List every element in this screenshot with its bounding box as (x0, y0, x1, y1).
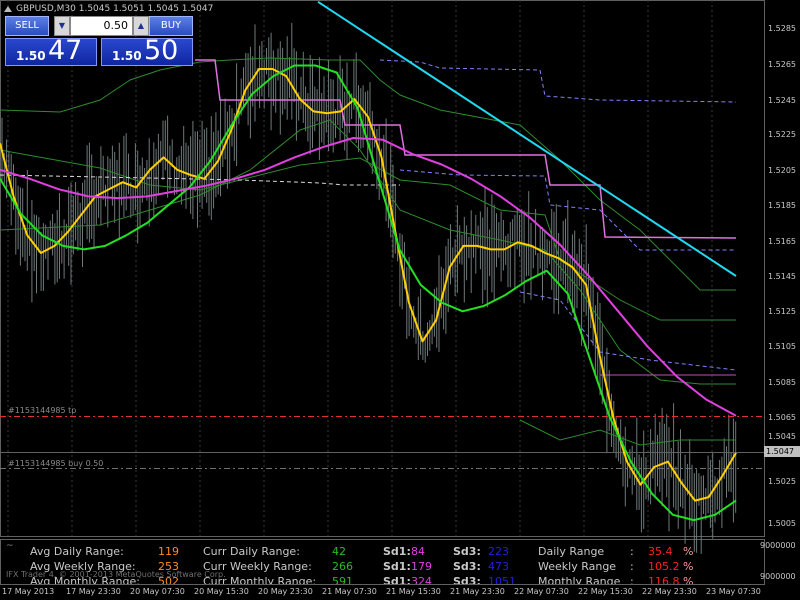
sd1-label: Sd1: (383, 545, 411, 558)
avg-daily-range-value: 119 (158, 545, 179, 558)
symbol-menu-icon[interactable] (4, 6, 12, 12)
daily-range-percent: 35.4 (648, 545, 673, 558)
chart-frame (0, 0, 765, 537)
time-label: 20 May 23:30 (258, 587, 313, 596)
price-tick: 1.5185 (768, 201, 796, 210)
monthly-range-percent: 116.8 (648, 575, 680, 584)
current-price-label: 1.5047 (764, 446, 800, 457)
sd3-label: Sd3: (453, 545, 481, 558)
curr-daily-range-label: Curr Daily Range: (203, 545, 300, 558)
price-tick: 1.5045 (768, 432, 796, 441)
avg-daily-range-label: Avg Daily Range: (30, 545, 124, 558)
time-label: 21 May 15:30 (386, 587, 441, 596)
copyright-watermark: IFX Trader 4, © 2001-2013 MetaQuotes Sof… (6, 570, 226, 579)
sd3-label: Sd3: (453, 575, 481, 584)
monthly-range-label: Monthly Range (538, 575, 621, 584)
sd3-daily-value: 223 (488, 545, 509, 558)
time-label: 22 May 23:30 (642, 587, 697, 596)
time-label: 21 May 23:30 (450, 587, 505, 596)
price-bars (1, 22, 737, 554)
ask-price-pips: 50 (144, 35, 179, 66)
price-tick: 1.5285 (768, 24, 796, 33)
price-tick: 1.5065 (768, 413, 796, 422)
daily-range-pct-sign: % (683, 545, 694, 558)
indicator-collapse-icon[interactable]: ~ (6, 541, 14, 551)
lot-size-input[interactable]: 0.50 (70, 16, 133, 36)
range-band-line (519, 419, 736, 446)
sd1-label: Sd1: (383, 575, 411, 584)
ask-price-box[interactable]: 1.50 50 (101, 35, 193, 66)
take-profit-label[interactable]: #1153144985 tp (8, 406, 76, 415)
bid-price-pips: 47 (48, 35, 83, 66)
time-label: 20 May 15:30 (194, 587, 249, 596)
price-tick: 1.5125 (768, 307, 796, 316)
price-tick: 1.5265 (768, 60, 796, 69)
range-band-line (379, 59, 737, 103)
buy-order-label[interactable]: #1153144985 buy 0.50 (8, 459, 103, 468)
ask-price-prefix: 1.50 (112, 49, 142, 63)
chart-canvas[interactable] (0, 0, 800, 600)
price-chart[interactable] (0, 0, 800, 600)
curr-daily-range-value: 42 (332, 545, 346, 558)
lot-increase-button[interactable]: ▲ (133, 16, 149, 36)
sell-button[interactable]: SELL (5, 16, 49, 36)
sd3-monthly-value: 1051 (488, 575, 516, 584)
sd1-monthly-value: 324 (411, 575, 432, 584)
monthly-range-colon: : (630, 575, 634, 584)
price-tick: 1.5025 (768, 477, 796, 486)
price-tick: 1.5145 (768, 272, 796, 281)
curr-monthly-range-value: 591 (332, 575, 353, 584)
price-tick: 1.5165 (768, 237, 796, 246)
daily-range-colon: : (630, 545, 634, 558)
chart-title: GBPUSD,M30 1.5045 1.5051 1.5045 1.5047 (16, 4, 214, 14)
daily-range-label: Daily Range (538, 545, 605, 558)
price-tick: 1.5205 (768, 166, 796, 175)
bid-price-box[interactable]: 1.50 47 (5, 35, 97, 66)
time-label: 22 May 07:30 (514, 587, 569, 596)
price-tick: 1.5245 (768, 96, 796, 105)
time-label: 17 May 2013 (2, 587, 55, 596)
buy-button[interactable]: BUY (149, 16, 193, 36)
price-tick: 1.5085 (768, 378, 796, 387)
price-tick: 1.5225 (768, 130, 796, 139)
monthly-range-pct-sign: % (683, 575, 694, 584)
price-tick: 1.5005 (768, 519, 796, 528)
sd1-daily-value: 84 (411, 545, 425, 558)
time-label: 23 May 07:30 (706, 587, 761, 596)
one-click-trading-panel: SELL ▼ 0.50 ▲ BUY 1.50 47 1.50 50 (5, 16, 193, 66)
time-label: 22 May 15:30 (578, 587, 633, 596)
price-tick: 1.5105 (768, 342, 796, 351)
chart-grid (7, 0, 713, 536)
bid-price-prefix: 1.50 (16, 49, 46, 63)
indicator-scale-top: 9000000 (760, 541, 796, 550)
time-label: 21 May 07:30 (322, 587, 377, 596)
time-label: 17 May 23:30 (66, 587, 121, 596)
time-label: 20 May 07:30 (130, 587, 185, 596)
lot-decrease-button[interactable]: ▼ (54, 16, 70, 36)
indicator-scale-bottom: 9000000 (760, 572, 796, 581)
